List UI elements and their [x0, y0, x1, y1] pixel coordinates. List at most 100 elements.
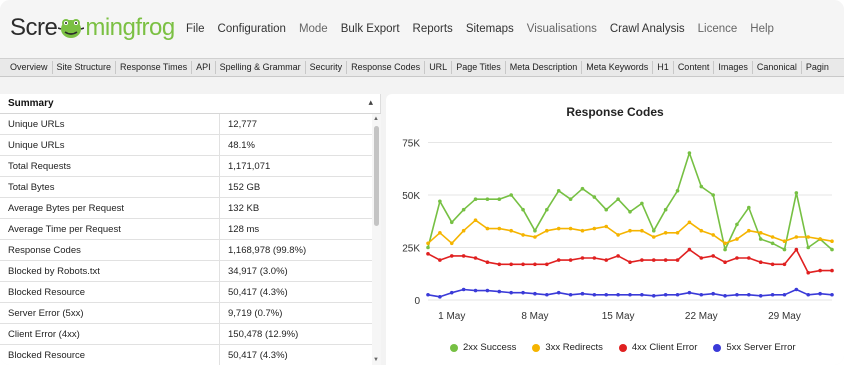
data-point [604, 224, 609, 229]
table-row[interactable]: Unique URLs 48.1% [0, 134, 372, 156]
table-row[interactable]: Total Requests 1,171,071 [0, 155, 372, 177]
menu-bulk-export[interactable]: Bulk Export [341, 23, 400, 35]
data-point [663, 207, 668, 212]
series-line-0 [427, 152, 833, 251]
table-row[interactable]: Average Bytes per Request 132 KB [0, 197, 372, 219]
data-point [509, 193, 513, 197]
tab-strip: Overview Site Structure Response Times A… [0, 58, 844, 77]
data-point [758, 231, 763, 235]
row-value: 128 ms [228, 223, 260, 235]
data-point [533, 228, 537, 233]
table-row[interactable]: Blocked by Robots.txt 34,917 (3.0%) [0, 260, 372, 282]
data-point [497, 289, 502, 294]
data-point [675, 258, 680, 262]
legend-item[interactable]: 2xx Success [450, 342, 516, 353]
legend-dot-icon [713, 343, 722, 352]
data-point [461, 228, 466, 233]
tab-response-codes[interactable]: Response Codes [347, 61, 426, 74]
tab-response-times[interactable]: Response Times [116, 61, 193, 74]
data-point [521, 233, 525, 237]
menu-configuration[interactable]: Configuration [218, 23, 286, 35]
menu-sitemaps[interactable]: Sitemaps [466, 23, 514, 35]
collapse-caret-icon[interactable]: ▴ [368, 97, 373, 108]
data-point [663, 231, 668, 235]
x-tick-label: 22 May [685, 311, 718, 322]
menu-help[interactable]: Help [750, 23, 774, 35]
tab-pagination[interactable]: Pagin [802, 61, 833, 74]
row-label: Average Time per Request [0, 218, 220, 240]
tab-meta-description[interactable]: Meta Description [506, 61, 583, 74]
menu-file[interactable]: File [186, 23, 205, 35]
data-point [699, 184, 704, 189]
scroll-up-icon[interactable]: ▲ [373, 116, 379, 122]
data-point [699, 292, 704, 297]
tab-images[interactable]: Images [714, 61, 753, 74]
data-point [426, 252, 430, 256]
data-point [426, 292, 430, 297]
data-point [675, 292, 680, 297]
row-value: 34,917 (3.0%) [228, 265, 288, 277]
menu-crawl-analysis[interactable]: Crawl Analysis [610, 23, 685, 35]
data-point [628, 228, 632, 233]
data-point [568, 292, 573, 297]
table-row[interactable]: Unique URLs 12,777 [0, 113, 372, 135]
data-point [770, 235, 775, 239]
tab-api[interactable]: API [192, 61, 216, 74]
data-point [770, 262, 775, 267]
x-tick-label: 8 May [521, 311, 548, 322]
summary-header[interactable]: Summary ▴ [0, 94, 381, 114]
menu-mode[interactable]: Mode [299, 23, 328, 35]
legend-item[interactable]: 3xx Redirects [532, 342, 603, 353]
logo-text-right: mingfrog [85, 14, 175, 41]
legend-label: 5xx Server Error [726, 342, 796, 353]
data-point [545, 228, 549, 233]
table-row[interactable]: Average Time per Request 128 ms [0, 218, 372, 240]
row-value: 150,478 (12.9%) [228, 328, 299, 340]
data-point [830, 239, 834, 243]
tab-url[interactable]: URL [425, 61, 453, 74]
data-point [830, 292, 834, 297]
data-point [580, 291, 585, 296]
tab-h1[interactable]: H1 [653, 61, 674, 74]
data-point [735, 292, 739, 297]
table-row[interactable]: Response Codes 1,168,978 (99.8%) [0, 239, 372, 261]
tab-spelling-grammar[interactable]: Spelling & Grammar [216, 61, 306, 74]
data-point [545, 207, 549, 212]
tab-security[interactable]: Security [306, 61, 348, 74]
summary-scrollbar[interactable]: ▲ ▼ [372, 114, 381, 365]
scrollbar-thumb[interactable] [374, 126, 379, 226]
table-row[interactable]: Blocked Resource 50,417 (4.3%) [0, 344, 372, 365]
table-row[interactable]: Total Bytes 152 GB [0, 176, 372, 198]
row-value: 50,417 (4.3%) [228, 286, 288, 298]
data-point [509, 290, 513, 295]
tab-page-titles[interactable]: Page Titles [452, 61, 506, 74]
data-point [687, 247, 692, 252]
table-row[interactable]: Blocked Resource 50,417 (4.3%) [0, 281, 372, 303]
tab-site-structure[interactable]: Site Structure [53, 61, 117, 74]
menu-licence[interactable]: Licence [698, 23, 738, 35]
data-point [568, 226, 573, 231]
scroll-down-icon[interactable]: ▼ [373, 357, 379, 363]
table-row[interactable]: Server Error (5xx) 9,719 (0.7%) [0, 302, 372, 324]
data-point [747, 205, 751, 210]
legend-item[interactable]: 4xx Client Error [618, 342, 697, 353]
data-point [723, 260, 727, 264]
data-point [806, 245, 811, 250]
table-row[interactable]: Client Error (4xx) 150,478 (12.9%) [0, 323, 372, 345]
data-point [449, 241, 454, 246]
x-tick-label: 1 May [438, 311, 465, 322]
data-point [675, 231, 680, 235]
tab-meta-keywords[interactable]: Meta Keywords [582, 61, 654, 74]
menu-visualisations[interactable]: Visualisations [527, 23, 597, 35]
menu-reports[interactable]: Reports [413, 23, 453, 35]
legend-item[interactable]: 5xx Server Error [713, 342, 796, 353]
data-point [497, 262, 502, 267]
data-point [533, 291, 537, 296]
data-point [663, 292, 668, 297]
data-point [794, 235, 799, 239]
tab-content[interactable]: Content [674, 61, 715, 74]
data-point [711, 193, 715, 197]
tab-canonical[interactable]: Canonical [753, 61, 802, 74]
tab-overview[interactable]: Overview [6, 61, 53, 74]
row-label: Unique URLs [0, 134, 220, 156]
